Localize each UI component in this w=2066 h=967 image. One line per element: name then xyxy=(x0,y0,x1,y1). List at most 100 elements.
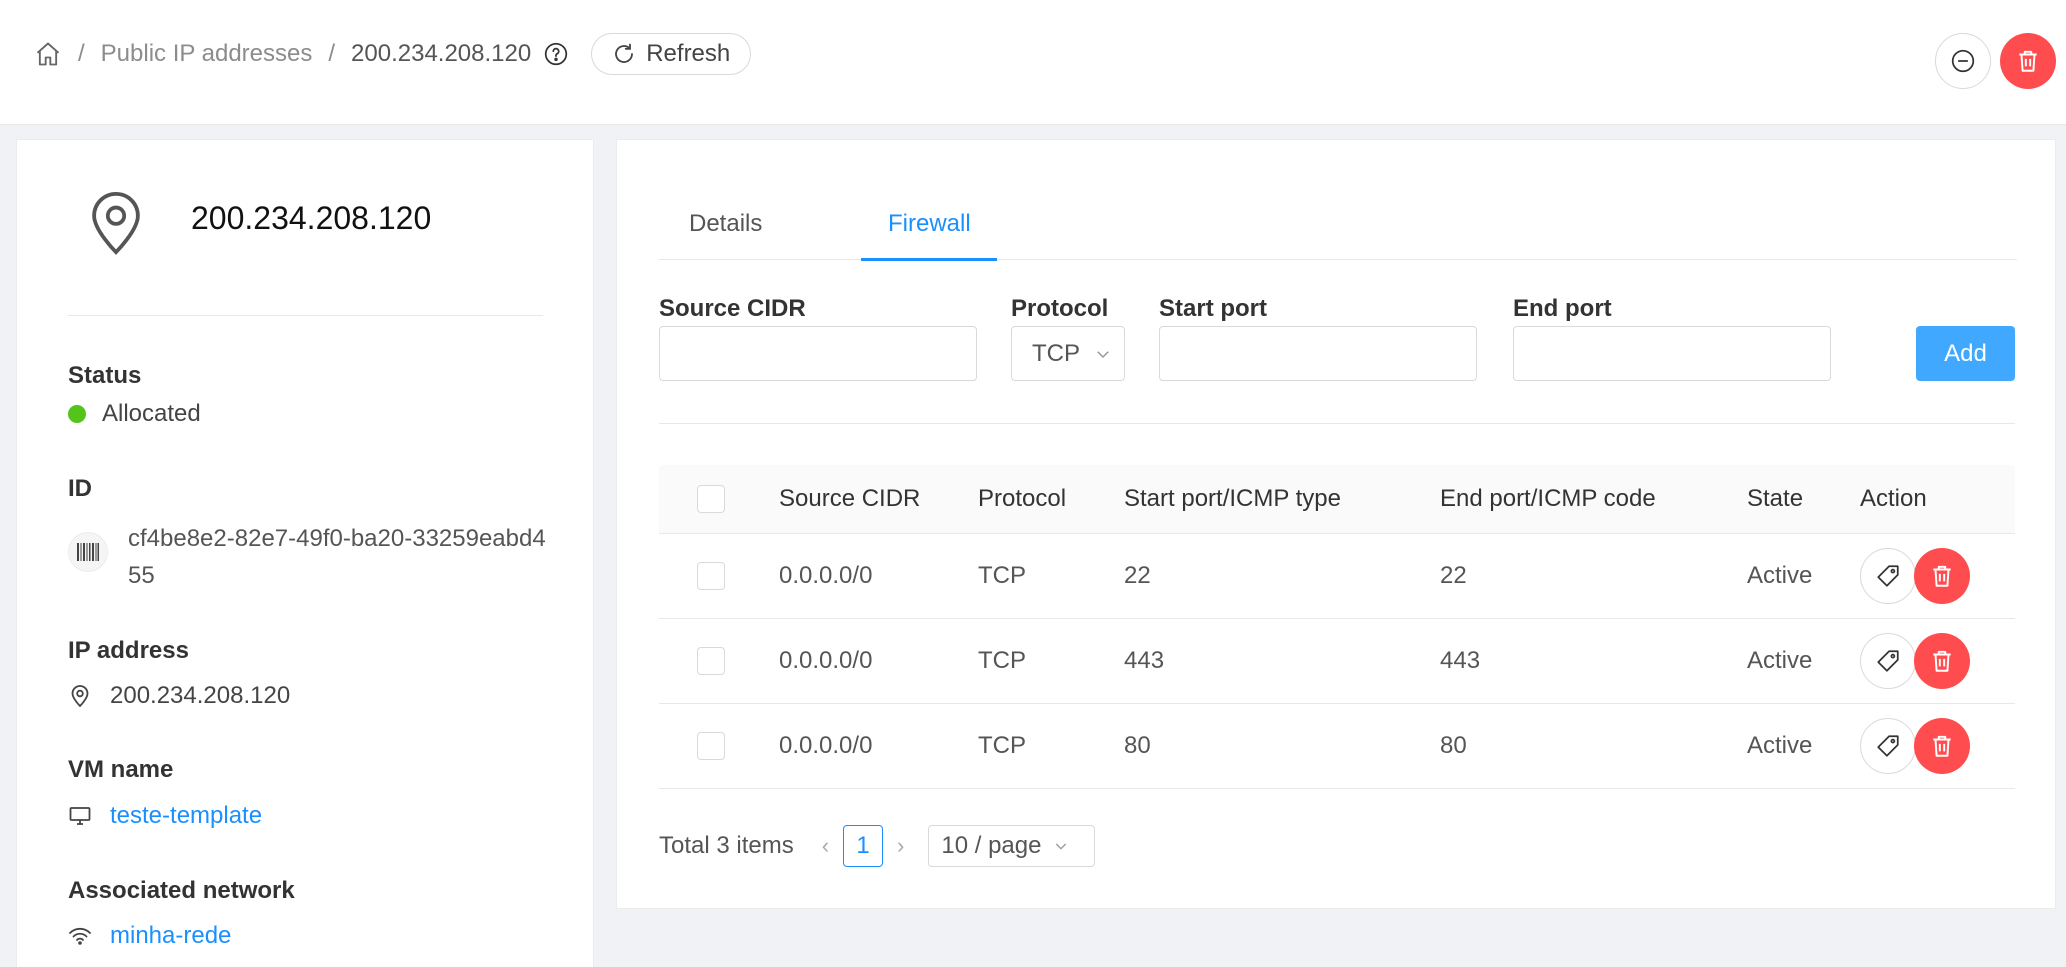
pagination: Total 3 items ‹ 1 › 10 / page xyxy=(659,825,1096,867)
tag-button[interactable] xyxy=(1860,633,1916,689)
row-checkbox[interactable] xyxy=(697,562,725,590)
source-cidr-cell: 0.0.0.0/0 xyxy=(779,562,873,589)
status-label: Status xyxy=(68,362,142,389)
ip-address-value: 200.234.208.120 xyxy=(110,682,291,709)
trash-icon xyxy=(1929,648,1955,674)
table-header: Source CIDR Protocol Start port/ICMP typ… xyxy=(659,465,2015,534)
end-port-label: End port xyxy=(1513,295,1612,322)
id-value: cf4be8e2-82e7-49f0-ba20-33259eabd455 xyxy=(128,525,546,589)
start-port-cell: 22 xyxy=(1124,562,1151,589)
action-cell xyxy=(1860,704,1970,788)
tag-button[interactable] xyxy=(1860,718,1916,774)
row-checkbox[interactable] xyxy=(697,647,725,675)
protocol-label: Protocol xyxy=(1011,295,1109,322)
status-dot xyxy=(68,405,86,423)
id-row xyxy=(68,532,128,572)
chevron-down-icon xyxy=(1053,838,1069,854)
minus-circle-icon xyxy=(1950,48,1976,74)
add-rule-button[interactable]: Add xyxy=(1916,326,2015,381)
breadcrumb-separator: / xyxy=(328,40,336,67)
tag-button[interactable] xyxy=(1860,548,1916,604)
table-row: 0.0.0.0/0 TCP 22 22 Active xyxy=(659,534,2015,619)
network-label: Associated network xyxy=(68,877,295,904)
breadcrumb-current: 200.234.208.120 xyxy=(351,40,532,67)
total-items: Total 3 items xyxy=(659,832,794,859)
divider xyxy=(659,423,2015,424)
state-cell: Active xyxy=(1747,647,1813,674)
row-select-cell xyxy=(697,619,725,703)
column-header: Start port/ICMP type xyxy=(1124,485,1341,512)
network-link[interactable]: minha-rede xyxy=(110,922,231,950)
ip-address-label: IP address xyxy=(68,637,189,664)
tag-icon xyxy=(1875,648,1901,674)
chevron-left-icon[interactable]: ‹ xyxy=(822,833,829,859)
trash-icon xyxy=(1929,563,1955,589)
active-tab-indicator xyxy=(861,258,997,261)
source-cidr-cell: 0.0.0.0/0 xyxy=(779,732,873,759)
state-cell: Active xyxy=(1747,562,1813,589)
page-1-button[interactable]: 1 xyxy=(843,825,884,867)
status-row: Allocated xyxy=(68,400,201,428)
location-pin-icon xyxy=(81,188,151,265)
column-header: Source CIDR xyxy=(779,485,921,512)
start-port-input[interactable] xyxy=(1159,326,1477,381)
table-row: 0.0.0.0/0 TCP 80 80 Active xyxy=(659,704,2015,789)
row-select-cell xyxy=(697,704,725,788)
tab-bar: Details Firewall xyxy=(659,200,2017,261)
delete-ip-button[interactable] xyxy=(2000,33,2056,89)
firewall-rules-table: Source CIDR Protocol Start port/ICMP typ… xyxy=(659,465,2015,789)
help-icon[interactable] xyxy=(543,41,569,67)
row-checkbox[interactable] xyxy=(697,732,725,760)
source-cidr-cell: 0.0.0.0/0 xyxy=(779,647,873,674)
page-size-select[interactable]: 10 / page xyxy=(928,825,1096,867)
end-port-input[interactable] xyxy=(1513,326,1831,381)
protocol-cell: TCP xyxy=(978,732,1026,759)
network-row: minha-rede xyxy=(68,922,231,950)
breadcrumb-separator: / xyxy=(78,40,85,67)
protocol-select[interactable]: TCP xyxy=(1011,326,1125,381)
page-size-value: 10 / page xyxy=(941,832,1042,859)
home-icon[interactable] xyxy=(34,40,62,68)
end-port-cell: 22 xyxy=(1440,562,1467,589)
refresh-label: Refresh xyxy=(646,40,731,67)
location-pin-icon xyxy=(68,684,92,708)
breadcrumb: / Public IP addresses / 200.234.208.120 … xyxy=(34,32,752,76)
divider xyxy=(68,315,543,316)
select-all-cell xyxy=(697,465,725,533)
source-cidr-label: Source CIDR xyxy=(659,295,806,322)
tag-icon xyxy=(1875,563,1901,589)
breadcrumb-public-ips[interactable]: Public IP addresses xyxy=(101,40,313,68)
id-label: ID xyxy=(68,475,92,502)
vm-name-row: teste-template xyxy=(68,802,262,830)
chevron-down-icon xyxy=(1094,345,1112,363)
wifi-icon xyxy=(68,924,92,948)
chevron-right-icon[interactable]: › xyxy=(897,833,904,859)
delete-rule-button[interactable] xyxy=(1914,718,1970,774)
vm-name-link[interactable]: teste-template xyxy=(110,802,262,830)
start-port-cell: 443 xyxy=(1124,647,1165,674)
delete-rule-button[interactable] xyxy=(1914,633,1970,689)
vm-name-label: VM name xyxy=(68,756,174,783)
source-cidr-input[interactable] xyxy=(659,326,977,381)
release-ip-button[interactable] xyxy=(1935,33,1991,89)
column-header: Action xyxy=(1860,485,1927,512)
action-cell xyxy=(1860,534,1970,618)
status-value: Allocated xyxy=(102,400,201,427)
barcode-icon xyxy=(68,532,108,572)
tab-details[interactable]: Details xyxy=(689,200,762,260)
delete-rule-button[interactable] xyxy=(1914,548,1970,604)
state-cell: Active xyxy=(1747,732,1813,759)
refresh-button[interactable]: Refresh xyxy=(591,33,752,75)
trash-icon xyxy=(2015,48,2041,74)
reload-icon xyxy=(612,42,636,66)
protocol-value: TCP xyxy=(1032,339,1080,367)
action-cell xyxy=(1860,619,1970,703)
firewall-card: Details Firewall Source CIDR Protocol TC… xyxy=(616,139,2056,909)
select-all-checkbox[interactable] xyxy=(697,485,725,513)
start-port-cell: 80 xyxy=(1124,732,1151,759)
ip-title: 200.234.208.120 xyxy=(191,200,432,236)
tab-firewall[interactable]: Firewall xyxy=(888,200,971,260)
protocol-cell: TCP xyxy=(978,647,1026,674)
start-port-label: Start port xyxy=(1159,295,1267,322)
column-header: Protocol xyxy=(978,485,1067,512)
